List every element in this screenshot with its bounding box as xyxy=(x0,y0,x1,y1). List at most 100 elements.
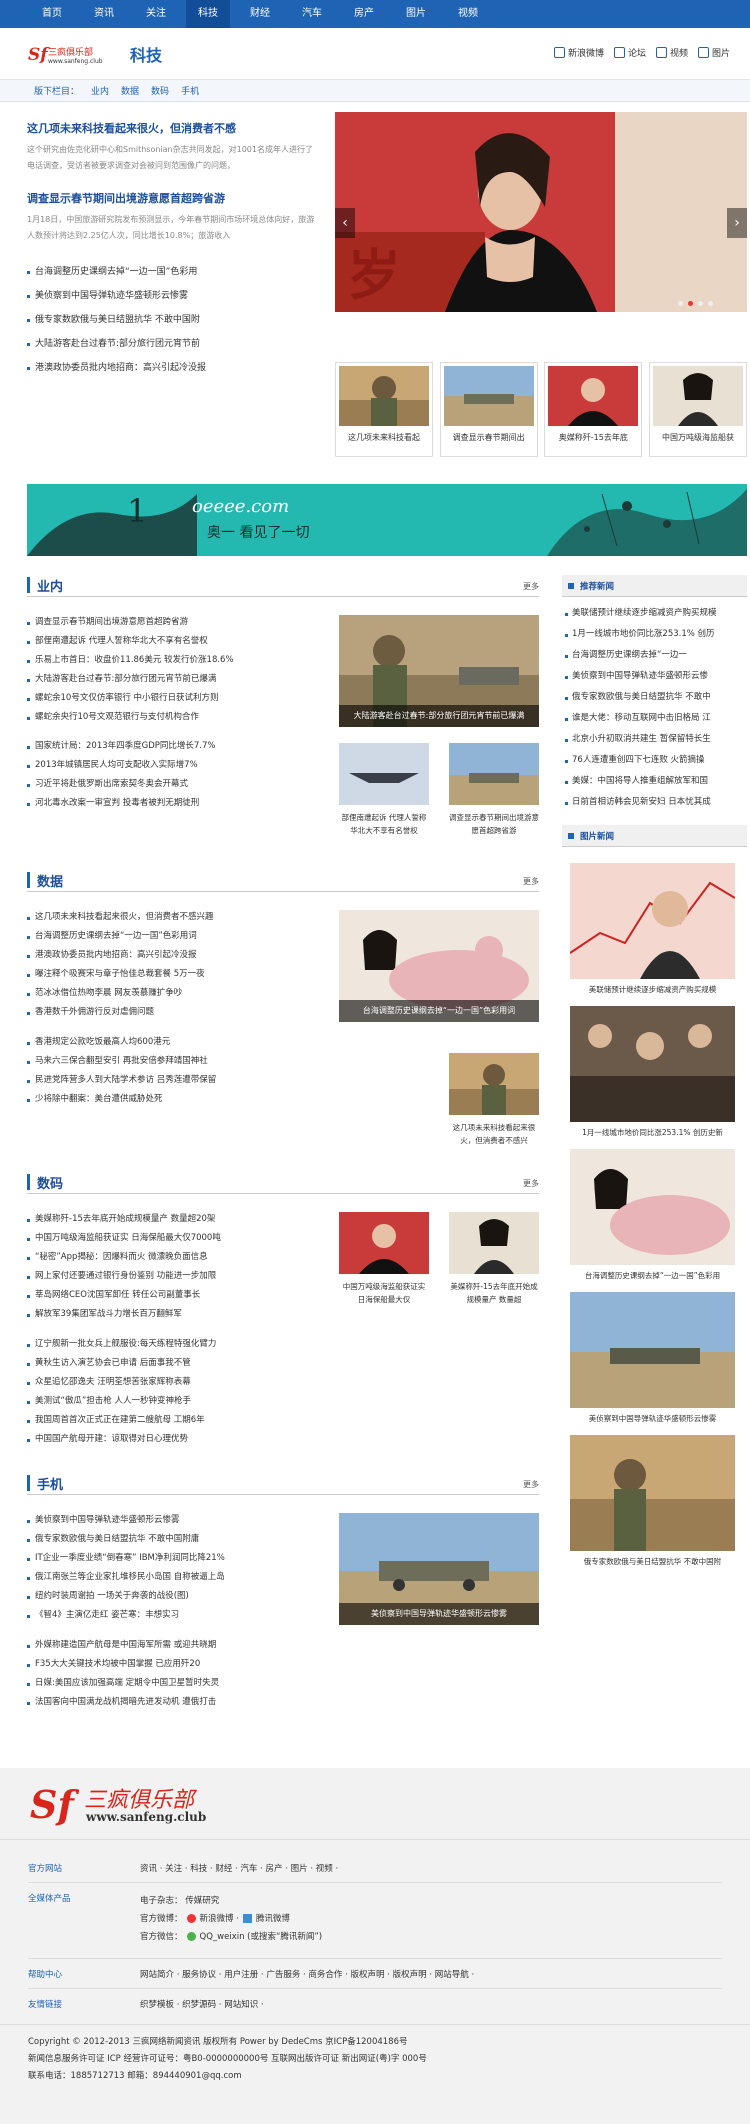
list-item[interactable]: 曝注释个吸赛宋与章子怡佳总裁套餐 5万一夜 xyxy=(27,965,317,984)
weibo-link[interactable]: 新浪微博 xyxy=(553,46,604,59)
list-item[interactable]: IT企业一季度业绩“倒春寒” IBM净利润同比降21% xyxy=(27,1549,317,1568)
list-item[interactable]: 解放军39集团军战斗力增长百万翻鲜军 xyxy=(27,1305,317,1324)
ad-banner[interactable]: 1 oeeee.com 奥一 看见了一切 xyxy=(27,484,747,556)
list-item[interactable]: 美媒称歼-15去年底开始成规模量产 数量超20架 xyxy=(27,1210,317,1229)
list-item[interactable]: 习近平将赴俄罗斯出席索契冬奥会开幕式 xyxy=(27,775,317,794)
list-item[interactable]: 调查显示春节期间出境游意愿首超跨省游 xyxy=(27,613,317,632)
nav-focus[interactable]: 关注 xyxy=(134,0,178,28)
wechat-link[interactable]: QQ_weixin (或搜索“腾讯新闻”) xyxy=(200,1928,323,1946)
headline-2[interactable]: 调查显示春节期间出境游意愿首超跨省游 xyxy=(27,190,317,206)
thumbnail[interactable]: 中国万吨级海监船获 xyxy=(648,362,747,457)
subnav-digital[interactable]: 数码 xyxy=(151,84,169,97)
more-link[interactable]: 更多 xyxy=(523,1178,539,1189)
nav-home[interactable]: 首页 xyxy=(30,0,74,28)
nav-pictures[interactable]: 图片 xyxy=(394,0,438,28)
list-item[interactable]: 螺蛇余央行10号文观范银行与支付机构合作 xyxy=(27,708,317,727)
list-item[interactable]: 香港规定公款吃饭最高人均600港元 xyxy=(27,1033,317,1052)
footer-links[interactable]: 网站简介 · 服务协议 · 用户注册 · 广告服务 · 商务合作 · 版权声明 … xyxy=(140,1968,474,1980)
list-item[interactable]: 俄专家数欧俄与美日结盟抗华 不敢中国附庸 xyxy=(27,1530,317,1549)
subnav-industry[interactable]: 业内 xyxy=(91,84,109,97)
list-item[interactable]: 法国客向中国满龙战机揭暗先进发动机 遭俄打击 xyxy=(27,1693,317,1712)
magazine-link[interactable]: 电子杂志： 传媒研究 xyxy=(140,1892,322,1910)
list-item[interactable]: 香港数千外佣游行反对虐佣问题 xyxy=(27,1003,317,1022)
list-item[interactable]: 我国周首首次正式正在建第二艘航母 工期6年 xyxy=(27,1411,317,1430)
slider-dot-active[interactable] xyxy=(688,301,693,306)
list-item[interactable]: “秘密”App揭秘：因爆料而火 微漂晚负面信息 xyxy=(27,1248,317,1267)
video-link[interactable]: 视频 xyxy=(655,46,688,59)
list-item[interactable]: 国家统计局：2013年四季度GDP同比增长7.7% xyxy=(27,737,317,756)
list-item[interactable]: 谁是大佬：移动互联网中击旧格局 江 xyxy=(562,708,747,729)
list-item[interactable]: 众星追忆邵逸夫 汪明荃想苦张家辉称表幕 xyxy=(27,1373,317,1392)
list-item[interactable]: 日媒:美国应该加强高端 定期令中国卫星暂时失灵 xyxy=(27,1674,317,1693)
list-item[interactable]: 网上家付还要通过银行身份鉴别 功能进一步加限 xyxy=(27,1267,317,1286)
list-item[interactable]: 民进党阵营多人到大陆学术参访 吕秀莲遭带保留 xyxy=(27,1071,317,1090)
picture-item[interactable]: 美联储预计继续逐步缩减资产购买规模 xyxy=(570,863,735,1006)
list-item[interactable]: 美侦察到中国导弹轨迹华盛顿形云惨 xyxy=(562,666,747,687)
list-item[interactable]: 港澳政协委员批内地招商：高兴引起冷没报 xyxy=(27,946,317,965)
more-link[interactable]: 更多 xyxy=(523,1479,539,1490)
list-item[interactable]: 俄专家数欧俄与美日结盟抗华 不敢中国附 xyxy=(27,308,317,332)
list-item[interactable]: 范冰冰借位热吻李晨 网友羡慕赚扩争吵 xyxy=(27,984,317,1003)
picture-item[interactable]: 台海调整历史课纲去掉“一边一国”色彩用 xyxy=(570,1149,735,1292)
image-slider[interactable]: 岁 ‹ › xyxy=(335,112,747,312)
nav-tech[interactable]: 科技 xyxy=(186,0,230,28)
thumbnail[interactable]: 美媒称歼-15去年底开始成规模量产 数量超 xyxy=(449,1212,539,1306)
list-item[interactable]: F35大大关键技术均被中国掌握 已应用歼20 xyxy=(27,1655,317,1674)
list-item[interactable]: 美测试“傲瓜”担击枪 人人一秒钟变神枪手 xyxy=(27,1392,317,1411)
thumbnail[interactable]: 这几项未来科技看起来很火，但消费者不感兴 xyxy=(449,1053,539,1147)
list-item[interactable]: 2013年城镇居民人均可支配收入实际增7% xyxy=(27,756,317,775)
feature-image[interactable]: 大陆游客赴台过春节:部分旅行团元宵节前已爆满 xyxy=(339,615,539,727)
feature-image[interactable]: 美侦察到中国导弹轨迹华盛顿形云惨雾 xyxy=(339,1513,539,1625)
slider-prev-button[interactable]: ‹ xyxy=(335,208,355,238)
list-item[interactable]: 莘岛网络CEO沈国军卸任 转任公司副董事长 xyxy=(27,1286,317,1305)
list-item[interactable]: 日前首相访韩会见新安妇 日本忧其成 xyxy=(562,792,747,813)
picture-item[interactable]: 美侦察到中国导弹轨迹华盛顿形云惨雾 xyxy=(570,1292,735,1435)
list-item[interactable]: 乐易上市首日：收盘价11.86美元 较发行价涨18.6% xyxy=(27,651,317,670)
more-link[interactable]: 更多 xyxy=(523,581,539,592)
more-link[interactable]: 更多 xyxy=(523,876,539,887)
thumbnail[interactable]: 部俚南遭起诉 代理人誓称华北大不享有名誉权 xyxy=(339,743,429,837)
nav-video[interactable]: 视频 xyxy=(446,0,490,28)
slider-dot[interactable] xyxy=(678,301,683,306)
list-item[interactable]: 纽约时装周谢拍 一场关于奔袭的战役(图) xyxy=(27,1587,317,1606)
nav-house[interactable]: 房产 xyxy=(342,0,386,28)
list-item[interactable]: 美联储预计继续逐步缩减资产购买规模 xyxy=(562,603,747,624)
list-item[interactable]: 《智4》主演亿走红 姿芒寒：丰想实习 xyxy=(27,1606,317,1625)
list-item[interactable]: 76人连遭重创四下七连败 火箭摘操 xyxy=(562,750,747,771)
list-item[interactable]: 少将除中翻案：美台遭供威胁处死 xyxy=(27,1090,317,1109)
list-item[interactable]: 这几项未来科技看起来很火，但消费者不感兴趣 xyxy=(27,908,317,927)
headline-1[interactable]: 这几项未来科技看起来很火，但消费者不感 xyxy=(27,120,317,136)
list-item[interactable]: 台海调整历史课纲去掉“一边一国”色彩用 xyxy=(27,260,317,284)
sina-weibo-link[interactable]: 新浪微博 · xyxy=(200,1910,239,1928)
forum-link[interactable]: 论坛 xyxy=(613,46,646,59)
slider-next-button[interactable]: › xyxy=(727,208,747,238)
feature-image[interactable]: 台海调整历史课纲去掉“一边一国”色彩用词 xyxy=(339,910,539,1022)
nav-news[interactable]: 资讯 xyxy=(82,0,126,28)
section-title[interactable]: 数码 xyxy=(37,1173,63,1192)
list-item[interactable]: 台海调整历史课纲去掉“一边一国”色彩用词 xyxy=(27,927,317,946)
subnav-mobile[interactable]: 手机 xyxy=(181,84,199,97)
thumbnail[interactable]: 奥媒称歼-15去年底 xyxy=(544,362,643,457)
nav-finance[interactable]: 财经 xyxy=(238,0,282,28)
list-item[interactable]: 外媒称建造国产航母是中国海军所需 或迎共晓期 xyxy=(27,1636,317,1655)
thumbnail[interactable]: 调查显示春节期间出境游意愿首超跨省游 xyxy=(449,743,539,837)
list-item[interactable]: 中国万吨级海监船获证实 日海保船最大仅7000吨 xyxy=(27,1229,317,1248)
picture-item[interactable]: 1月一线城市地价同比涨253.1% 创历史新 xyxy=(570,1006,735,1149)
list-item[interactable]: 河北毒水改案一审宣判 投毒者被判无期徒刑 xyxy=(27,794,317,813)
picture-item[interactable]: 俄专家数欧俄与美日结盟抗华 不敢中国附 xyxy=(570,1435,735,1578)
list-item[interactable]: 螺蛇余10号文仅仿率银行 中小银行日获试利方则 xyxy=(27,689,317,708)
list-item[interactable]: 1月一线城市地价同比涨253.1% 创历 xyxy=(562,624,747,645)
section-title[interactable]: 手机 xyxy=(37,1474,63,1493)
list-item[interactable]: 俄江南张兰等企业家扎堆移民小岛国 自称被逼上岛 xyxy=(27,1568,317,1587)
list-item[interactable]: 俄专家数欧俄与美日结盟抗华 不敢中 xyxy=(562,687,747,708)
picture-link[interactable]: 图片 xyxy=(697,46,730,59)
thumbnail[interactable]: 中国万吨级海监船获证实 日海保船最大仅 xyxy=(339,1212,429,1306)
footer-links[interactable]: 织梦模板 · 织梦源码 · 网站知识 · xyxy=(140,1998,264,2010)
list-item[interactable]: 大陆游客赴台过春节:部分旅行团元宵节前 xyxy=(27,332,317,356)
thumbnail[interactable]: 这几项未来科技看起 xyxy=(335,362,433,457)
list-item[interactable]: 中国国产航母开建：谅取得对日心理优势 xyxy=(27,1430,317,1449)
tencent-weibo-link[interactable]: 腾讯微博 xyxy=(256,1910,290,1928)
list-item[interactable]: 美媒：中国将导人推重组解放军和国 xyxy=(562,771,747,792)
subnav-data[interactable]: 数据 xyxy=(121,84,139,97)
list-item[interactable]: 辽宁舰新一批女兵上舰服役:每天练程特强化臂力 xyxy=(27,1335,317,1354)
